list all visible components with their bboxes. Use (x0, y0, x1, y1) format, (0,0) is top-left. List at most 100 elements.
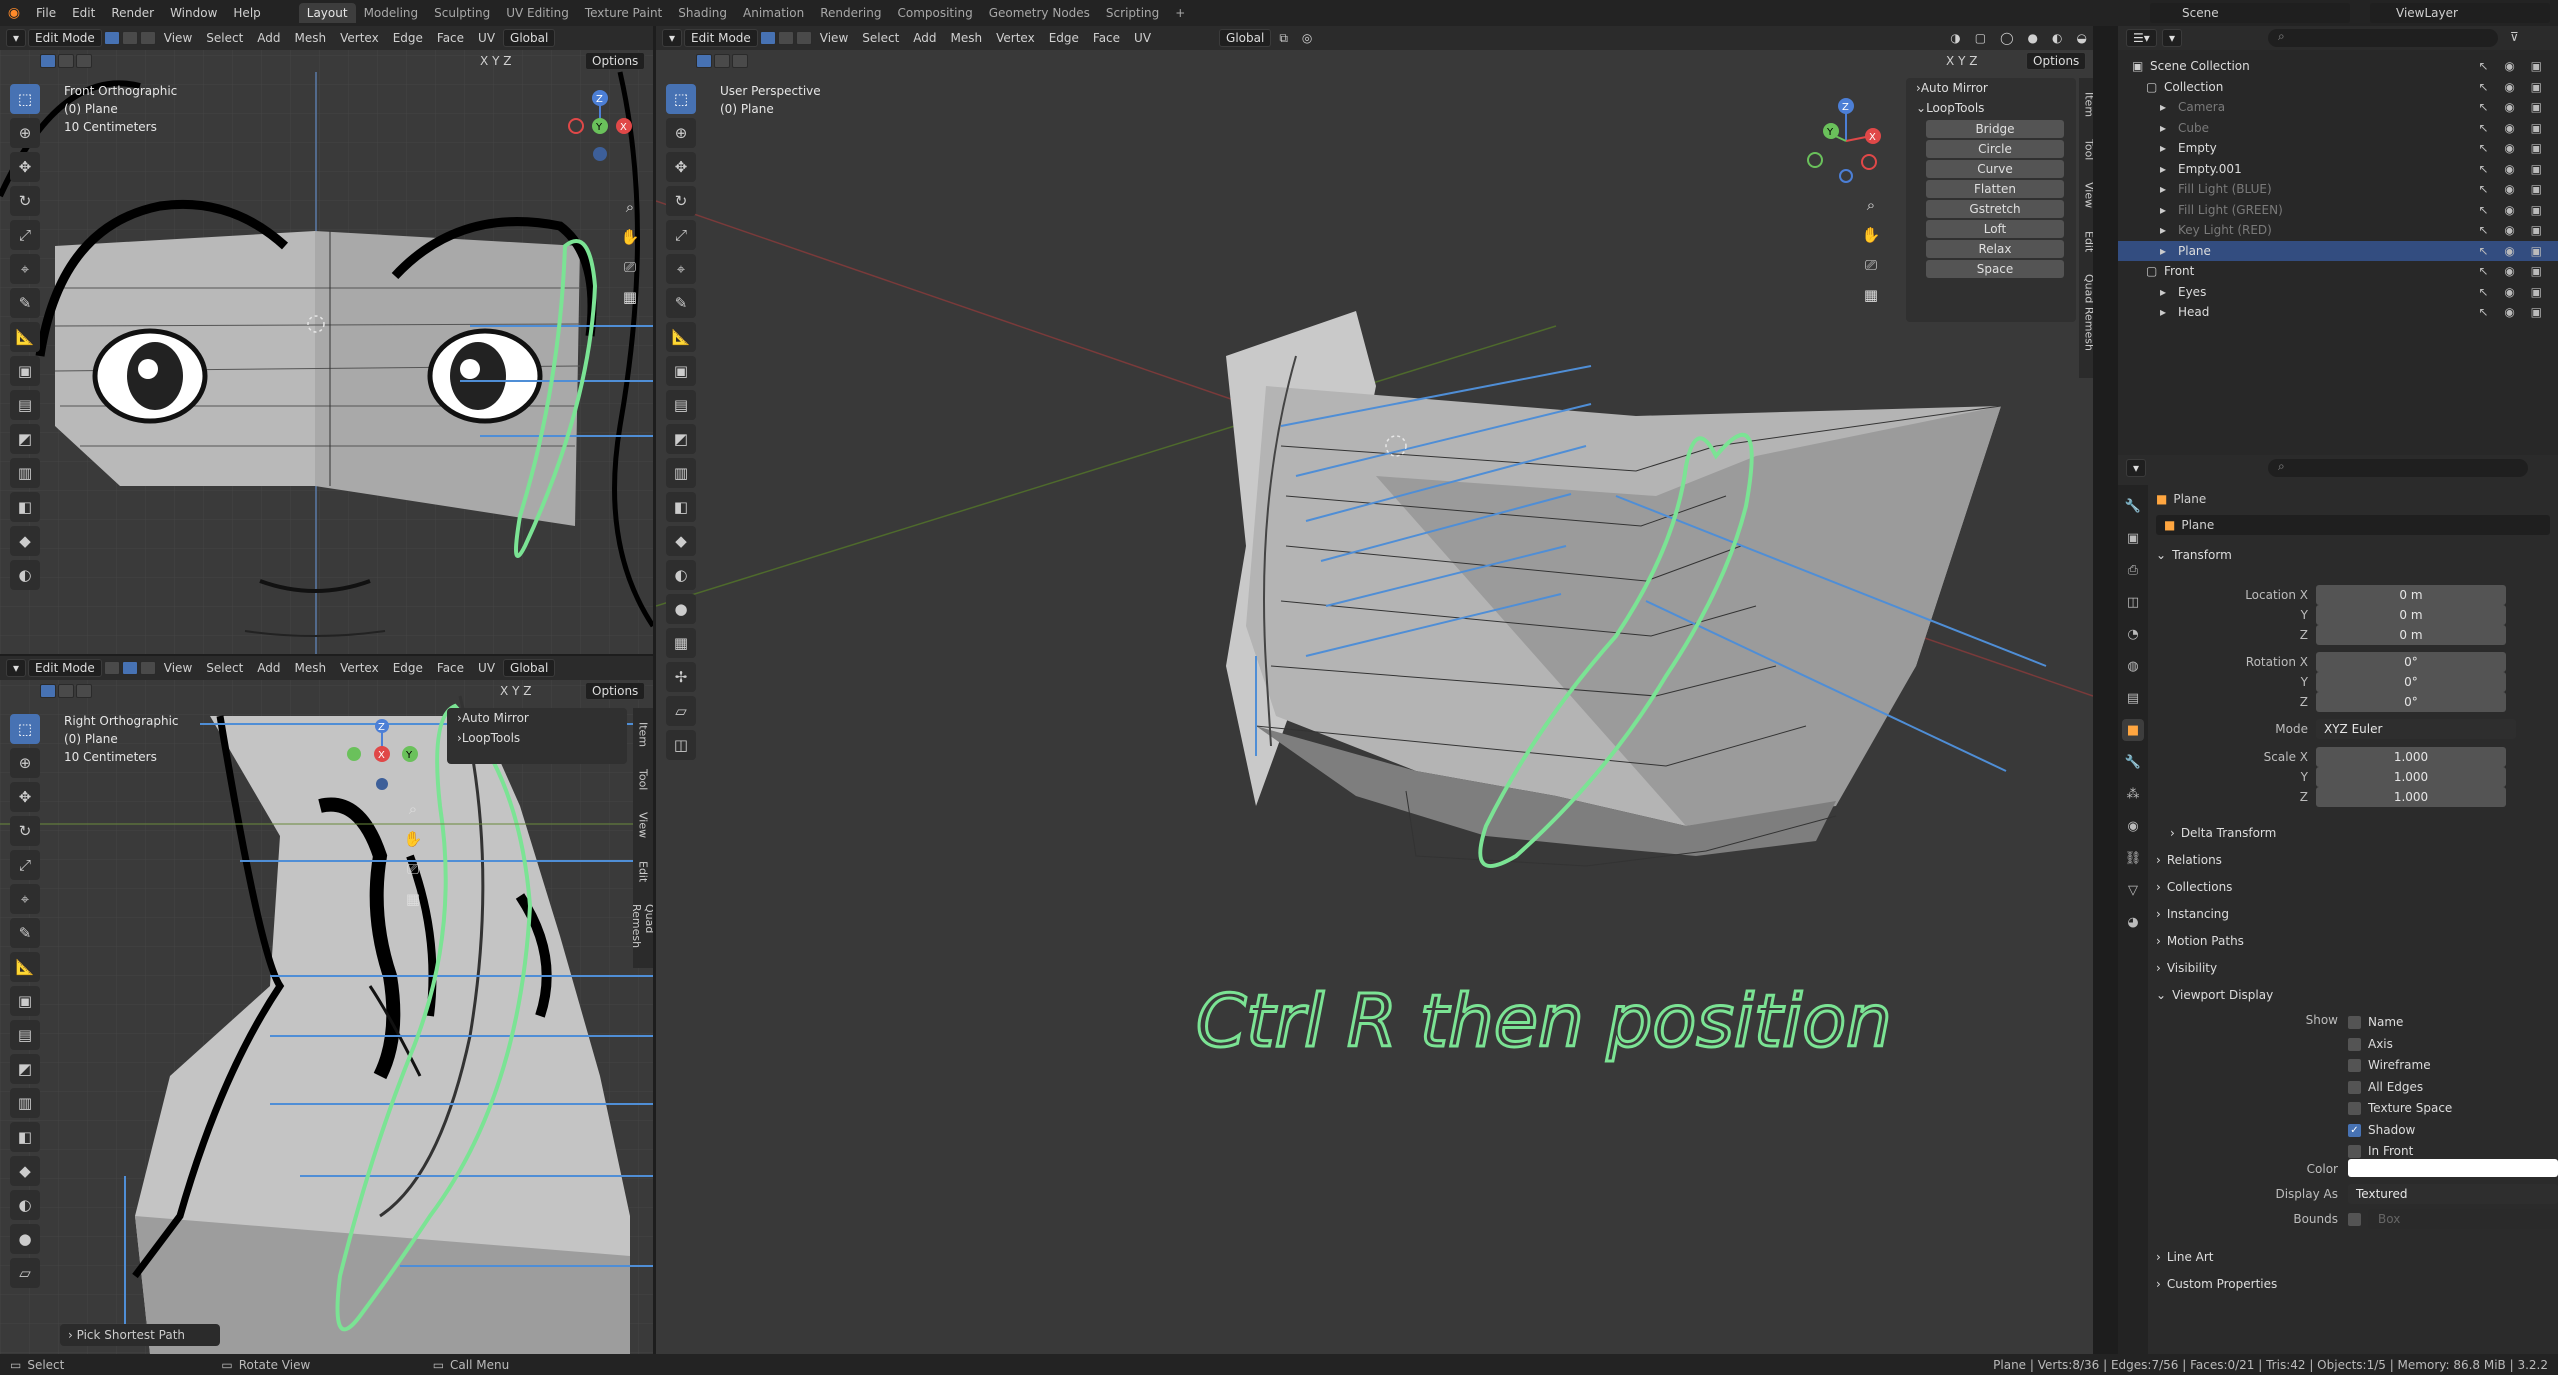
looptools-panel[interactable]: › LoopTools (447, 728, 627, 748)
outliner-row[interactable]: ▸ Plane ↖ ◉ ▣ (2118, 240, 2558, 261)
orientation-dropdown[interactable]: Global (1219, 29, 1272, 47)
editor-type-dropdown[interactable]: ▾ (6, 29, 27, 47)
bevel-icon[interactable]: ◩ (10, 424, 40, 454)
mode-dropdown[interactable]: Edit Mode (28, 29, 102, 47)
delta-transform-panel[interactable]: › Delta Transform (2170, 821, 2558, 845)
custom-properties-panel[interactable]: › Custom Properties (2156, 1272, 2554, 1296)
vertex-select-icon[interactable] (759, 31, 776, 45)
location-y-field[interactable]: 0 m (2316, 605, 2506, 625)
knife-icon[interactable]: ◧ (10, 492, 40, 522)
edge-slide-icon[interactable]: ▦ (666, 628, 696, 658)
rotate-icon[interactable]: ↻ (10, 186, 40, 216)
menu-face[interactable]: Face (431, 29, 470, 47)
outliner-row[interactable]: ▣ Scene Collection ↖ ◉ ▣ (2118, 56, 2558, 76)
scale-z-field[interactable]: 1.000 (2316, 787, 2506, 807)
menu-face[interactable]: Face (431, 659, 470, 677)
viewport-display-panel[interactable]: ⌄ Viewport Display (2156, 983, 2554, 1007)
vertex-select-icon[interactable] (103, 661, 120, 675)
cursor-icon[interactable]: ⊕ (10, 118, 40, 148)
tool-tab-icon[interactable]: 🔧 (2122, 495, 2144, 517)
object-icon[interactable]: ▸ (2160, 305, 2178, 319)
rotation-x-field[interactable]: 0° (2316, 652, 2506, 672)
vertex-select-icon[interactable] (103, 31, 120, 45)
looptools-gstretch-button[interactable]: Gstretch (1926, 200, 2064, 218)
move-icon[interactable]: ✥ (666, 152, 696, 182)
bevel-icon[interactable]: ◩ (666, 424, 696, 454)
filter-icon[interactable]: ⊽ (2510, 30, 2519, 44)
navigation-gizmo[interactable]: Z X Y (340, 714, 430, 794)
show-checkbox[interactable] (2348, 1037, 2361, 1051)
select-mode-icon[interactable] (696, 54, 712, 68)
face-select-icon[interactable] (139, 31, 156, 45)
viewport-perspective[interactable]: Ctrl R then position ▾ Edit Mode View Se… (656, 26, 2093, 1354)
knife-icon[interactable]: ◧ (666, 492, 696, 522)
select-mode-icon[interactable] (76, 54, 92, 68)
collection-icon[interactable]: ▢ (2146, 80, 2164, 94)
menu-vertex[interactable]: Vertex (990, 29, 1041, 47)
select-box-icon[interactable]: ⬚ (10, 84, 40, 114)
menu-face[interactable]: Face (1087, 29, 1126, 47)
collection-icon[interactable]: ▣ (2132, 59, 2150, 73)
scale-icon[interactable]: ⤢ (10, 850, 40, 880)
outliner-row[interactable]: ▸ Key Light (RED) ↖ ◉ ▣ (2118, 220, 2558, 240)
tab-scripting[interactable]: Scripting (1098, 3, 1167, 23)
inset-icon[interactable]: ▤ (10, 390, 40, 420)
select-mode-icon[interactable] (40, 54, 56, 68)
edge-select-icon[interactable] (121, 31, 138, 45)
menu-file[interactable]: File (28, 6, 64, 20)
object-icon[interactable]: ▸ (2160, 285, 2178, 299)
pan-hand-icon[interactable]: ✋ (1858, 222, 1884, 248)
spin-icon[interactable]: ◐ (10, 560, 40, 590)
auto-mirror-panel[interactable]: › Auto Mirror (1906, 78, 2076, 98)
face-select-icon[interactable] (795, 31, 812, 45)
sidetab-item[interactable]: Item (637, 722, 650, 747)
orientation-dropdown[interactable]: Global (503, 659, 556, 677)
object-icon[interactable]: ▸ (2160, 100, 2178, 114)
visibility-toggles-icon[interactable]: ↖ ◉ ▣ (2479, 203, 2549, 217)
tab-texture-paint[interactable]: Texture Paint (577, 3, 670, 23)
spin-icon[interactable]: ◐ (666, 560, 696, 590)
inset-icon[interactable]: ▤ (666, 390, 696, 420)
particles-tab-icon[interactable]: ⁂ (2122, 783, 2144, 805)
menu-select[interactable]: Select (200, 659, 249, 677)
scale-y-field[interactable]: 1.000 (2316, 767, 2506, 787)
visibility-toggles-icon[interactable]: ↖ ◉ ▣ (2479, 223, 2549, 237)
annotate-icon[interactable]: ✎ (10, 918, 40, 948)
move-icon[interactable]: ✥ (10, 152, 40, 182)
looptools-circle-button[interactable]: Circle (1926, 140, 2064, 158)
overlay-icon[interactable]: ◑ (1944, 29, 1966, 47)
tab-geometry-nodes[interactable]: Geometry Nodes (981, 3, 1098, 23)
mirror-y-toggle[interactable]: Y (492, 54, 499, 68)
sidetab-quad-remesh[interactable]: Quad Remesh (2083, 274, 2094, 351)
motion-paths-panel[interactable]: › Motion Paths (2156, 929, 2554, 953)
tab-sculpting[interactable]: Sculpting (426, 3, 498, 23)
sidetab-edit[interactable]: Edit (637, 861, 650, 882)
mode-dropdown[interactable]: Edit Mode (684, 29, 758, 47)
object-icon[interactable]: ▸ (2160, 162, 2178, 176)
edge-select-icon[interactable] (777, 31, 794, 45)
looptools-curve-button[interactable]: Curve (1926, 160, 2064, 178)
mirror-x-toggle[interactable]: X (480, 54, 488, 68)
smooth-icon[interactable]: ● (10, 1224, 40, 1254)
visibility-toggles-icon[interactable]: ↖ ◉ ▣ (2479, 162, 2549, 176)
menu-uv[interactable]: UV (1128, 29, 1157, 47)
camera-icon[interactable]: ⎚ (617, 254, 643, 280)
object-name[interactable]: Plane (2173, 492, 2206, 506)
mode-dropdown[interactable]: Edit Mode (28, 659, 102, 677)
sidetab-quad-remesh[interactable]: Quad Remesh (630, 904, 653, 968)
outliner-row[interactable]: ▸ Fill Light (GREEN) ↖ ◉ ▣ (2118, 200, 2558, 220)
collection-tab-icon[interactable]: ▤ (2122, 687, 2144, 709)
annotate-icon[interactable]: ✎ (10, 288, 40, 318)
object-tab-icon[interactable]: ■ (2122, 719, 2144, 741)
visibility-toggles-icon[interactable]: ↖ ◉ ▣ (2479, 305, 2549, 319)
relations-panel[interactable]: › Relations (2156, 848, 2554, 872)
loop-cut-icon[interactable]: ▥ (666, 458, 696, 488)
select-mode-icon[interactable] (40, 684, 56, 698)
menu-mesh[interactable]: Mesh (289, 29, 333, 47)
menu-mesh[interactable]: Mesh (945, 29, 989, 47)
tab-shading[interactable]: Shading (670, 3, 735, 23)
cursor-icon[interactable]: ⊕ (666, 118, 696, 148)
looptools-bridge-button[interactable]: Bridge (1926, 120, 2064, 138)
spin-icon[interactable]: ◐ (10, 1190, 40, 1220)
outliner-row[interactable]: ▢ Collection ↖ ◉ ▣ (2118, 77, 2558, 97)
